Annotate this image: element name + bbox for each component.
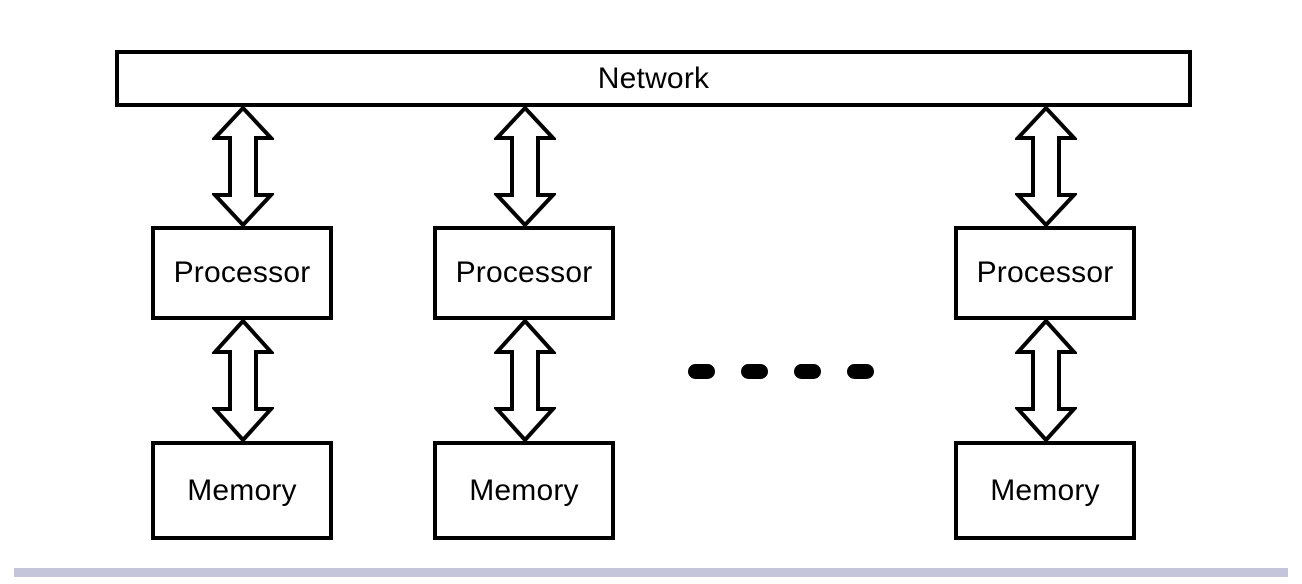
memory-box-1: Memory — [151, 441, 333, 540]
double-headed-vertical-arrow-icon — [494, 105, 556, 228]
diagram-canvas: Network Processor Memory Processor Memor… — [0, 0, 1302, 584]
processor-label: Processor — [455, 256, 593, 289]
ellipsis-dash — [688, 363, 715, 379]
processor-box-1: Processor — [151, 226, 333, 320]
processor-box-2: Processor — [433, 226, 615, 320]
double-headed-vertical-arrow-icon — [212, 105, 274, 228]
double-headed-vertical-arrow-icon — [494, 318, 556, 443]
memory-label: Memory — [990, 473, 1100, 507]
ellipsis-dash — [794, 363, 821, 379]
network-bus-label: Network — [597, 61, 710, 95]
processor-box-n: Processor — [954, 226, 1136, 320]
memory-label: Memory — [469, 473, 579, 507]
memory-label: Memory — [187, 473, 297, 507]
double-headed-vertical-arrow-icon — [1015, 318, 1077, 443]
horizontal-ellipsis-icon — [688, 363, 874, 379]
ellipsis-dash — [741, 363, 768, 379]
memory-box-2: Memory — [433, 441, 615, 540]
double-headed-vertical-arrow-icon — [1015, 105, 1077, 228]
bottom-status-strip — [14, 568, 1288, 577]
processor-label: Processor — [976, 256, 1114, 289]
processor-label: Processor — [173, 256, 311, 289]
memory-box-n: Memory — [954, 441, 1136, 540]
double-headed-vertical-arrow-icon — [212, 318, 274, 443]
network-bus-box: Network — [115, 50, 1192, 107]
ellipsis-dash — [847, 363, 874, 379]
